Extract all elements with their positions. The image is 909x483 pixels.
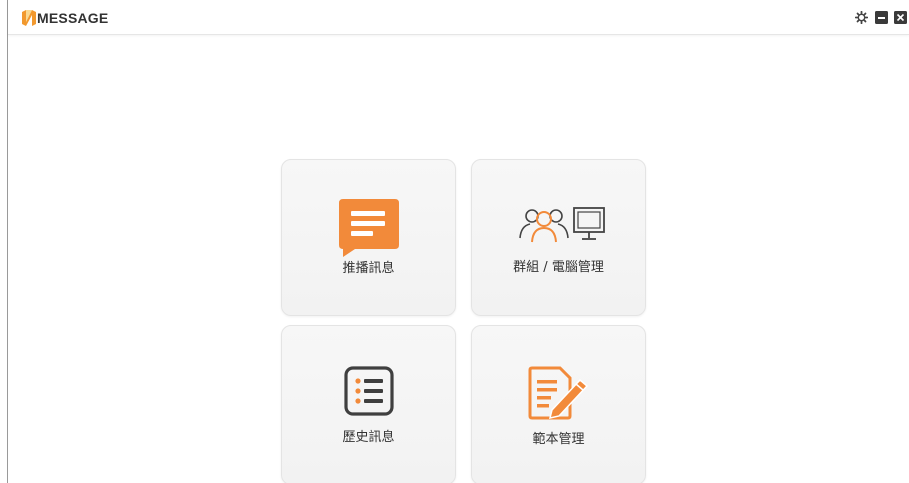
- tile-message-history[interactable]: 歷史訊息: [281, 325, 456, 483]
- tile-label: 歷史訊息: [342, 430, 395, 445]
- tile-label: 範本管理: [532, 432, 585, 447]
- gear-icon[interactable]: [855, 11, 868, 24]
- app-window: MESSAGE 推播訊息 群組 / 電腦管理 歷史訊息 範本管理: [0, 0, 909, 483]
- minimize-icon[interactable]: [875, 11, 888, 24]
- document-edit-icon: [472, 366, 645, 420]
- tile-push-message[interactable]: 推播訊息: [281, 159, 456, 316]
- tile-label: 群組 / 電腦管理: [513, 260, 604, 275]
- group-computer-icon: [472, 204, 645, 246]
- tile-template-management[interactable]: 範本管理: [471, 325, 646, 483]
- tile-group-computer-management[interactable]: 群組 / 電腦管理: [471, 159, 646, 316]
- list-icon: [282, 366, 455, 416]
- title-bar: MESSAGE: [8, 0, 909, 35]
- app-logo-icon: [22, 10, 36, 26]
- close-icon[interactable]: [894, 11, 907, 24]
- window-left-border: [7, 0, 8, 483]
- tile-label: 推播訊息: [342, 261, 395, 276]
- chat-bubble-icon: [282, 199, 455, 257]
- app-title: MESSAGE: [37, 10, 109, 26]
